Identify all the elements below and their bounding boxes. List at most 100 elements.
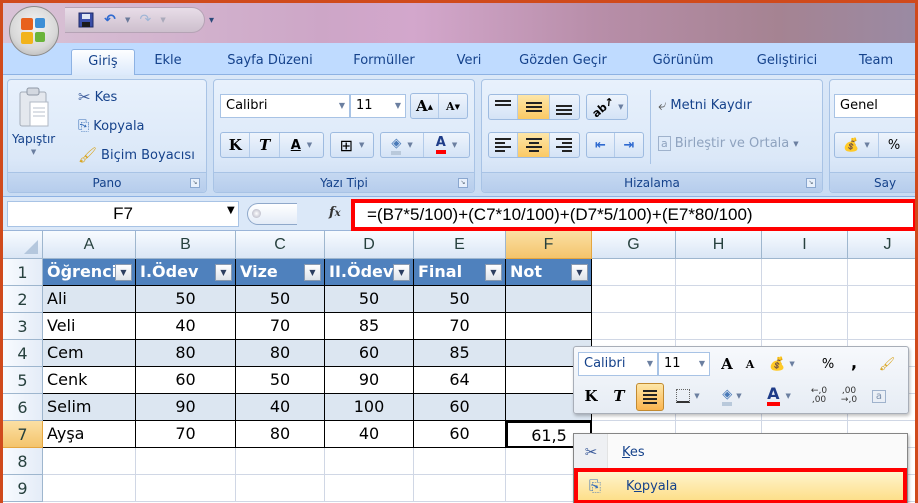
- cell[interactable]: [762, 286, 848, 313]
- merge-center-button[interactable]: a Birleştir ve Ortala ▼: [658, 136, 799, 151]
- cell[interactable]: [325, 475, 414, 502]
- column-header-a[interactable]: A: [43, 231, 136, 259]
- table-cell[interactable]: 40: [236, 394, 325, 421]
- filter-dropdown-icon[interactable]: ▼: [304, 264, 321, 281]
- underline-button[interactable]: A ▼: [280, 133, 323, 157]
- cell[interactable]: [414, 448, 506, 475]
- table-cell[interactable]: Cem: [43, 340, 136, 367]
- formula-input[interactable]: =(B7*5/100)+(C7*10/100)+(D7*5/100)+(E7*8…: [351, 199, 915, 231]
- cell[interactable]: [848, 313, 915, 340]
- column-header-i[interactable]: I: [762, 231, 848, 259]
- mini-accounting-button[interactable]: 💰 ▼: [764, 353, 800, 375]
- cell[interactable]: [236, 448, 325, 475]
- table-cell[interactable]: 60: [136, 367, 236, 394]
- tab-sayfa-duzeni[interactable]: Sayfa Düzeni: [215, 49, 325, 75]
- mini-merge-button[interactable]: a: [868, 385, 890, 407]
- align-left-button[interactable]: [489, 133, 519, 157]
- table-cell[interactable]: 90: [325, 367, 414, 394]
- mini-font-size-select[interactable]: 11 ▼: [658, 352, 710, 376]
- paste-button[interactable]: Yapıştır ▼: [12, 86, 55, 156]
- office-button[interactable]: [9, 6, 59, 56]
- cell[interactable]: [43, 475, 136, 502]
- table-cell[interactable]: 90: [136, 394, 236, 421]
- tab-ekle[interactable]: Ekle: [143, 49, 193, 75]
- bold-button[interactable]: K: [221, 133, 251, 157]
- cell[interactable]: [136, 448, 236, 475]
- column-header-j[interactable]: J: [848, 231, 915, 259]
- table-header-cell[interactable]: Not ▼: [506, 259, 592, 286]
- mini-comma-button[interactable]: ,: [846, 351, 862, 373]
- tab-gelistirici[interactable]: Geliştirici: [747, 49, 827, 75]
- row-header-1[interactable]: 1: [3, 259, 43, 286]
- row-header-4[interactable]: 4: [3, 340, 43, 367]
- table-cell[interactable]: 50: [414, 286, 506, 313]
- save-icon[interactable]: [77, 11, 95, 29]
- insert-function-icon[interactable]: fx: [329, 205, 341, 220]
- tab-giris[interactable]: Giriş: [71, 49, 135, 76]
- cell[interactable]: [592, 259, 676, 286]
- cell[interactable]: [762, 259, 848, 286]
- format-painter-button[interactable]: 🖌 Biçim Boyacısı: [78, 146, 195, 164]
- table-header-cell[interactable]: Final ▼: [414, 259, 506, 286]
- mini-font-color-button[interactable]: A ▼: [758, 383, 800, 409]
- table-cell[interactable]: 50: [136, 286, 236, 313]
- mini-decrease-decimal-button[interactable]: ,00 →,0: [836, 383, 862, 409]
- context-menu-item-kes[interactable]: ✂ Kes: [574, 437, 907, 467]
- table-cell[interactable]: Cenk: [43, 367, 136, 394]
- row-header-3[interactable]: 3: [3, 313, 43, 340]
- cell[interactable]: [676, 313, 762, 340]
- table-cell[interactable]: 85: [414, 340, 506, 367]
- filter-dropdown-icon[interactable]: ▼: [571, 264, 588, 281]
- table-cell[interactable]: 70: [414, 313, 506, 340]
- name-box[interactable]: F7: [7, 201, 239, 227]
- table-header-cell[interactable]: Vize ▼: [236, 259, 325, 286]
- column-header-c[interactable]: C: [236, 231, 325, 259]
- mini-percent-button[interactable]: %: [818, 353, 838, 375]
- wrap-text-button[interactable]: ⤶ Metni Kaydır: [658, 96, 752, 114]
- copy-button[interactable]: ⎘ Kopyala: [78, 118, 145, 134]
- table-cell[interactable]: 60: [414, 421, 506, 448]
- column-header-b[interactable]: B: [136, 231, 236, 259]
- table-cell[interactable]: Veli: [43, 313, 136, 340]
- table-cell[interactable]: 50: [236, 286, 325, 313]
- cell[interactable]: [848, 259, 915, 286]
- table-cell[interactable]: 40: [136, 313, 236, 340]
- shrink-font-button[interactable]: A ▼: [439, 94, 467, 118]
- formula-bar-resize-handle[interactable]: [247, 203, 297, 225]
- mini-shrink-font-button[interactable]: A: [740, 353, 760, 375]
- table-cell[interactable]: Ayşa: [43, 421, 136, 448]
- table-cell[interactable]: 70: [236, 313, 325, 340]
- table-cell[interactable]: 60: [325, 340, 414, 367]
- table-cell[interactable]: [506, 286, 592, 313]
- tab-gozden-gecir[interactable]: Gözden Geçir: [511, 49, 615, 75]
- paste-dropdown-icon[interactable]: ▼: [31, 148, 36, 156]
- borders-button[interactable]: ⊞ ▼: [330, 132, 374, 158]
- pano-launcher-icon[interactable]: ↘: [190, 178, 200, 188]
- filter-dropdown-icon[interactable]: ▼: [485, 264, 502, 281]
- mini-font-name-select[interactable]: Calibri ▼: [578, 352, 658, 376]
- table-cell[interactable]: 100: [325, 394, 414, 421]
- redo-dropdown-icon[interactable]: ▼: [160, 16, 165, 24]
- column-header-d[interactable]: D: [325, 231, 414, 259]
- tab-formuller[interactable]: Formüller: [341, 49, 427, 75]
- column-header-f[interactable]: F: [506, 231, 592, 259]
- table-cell[interactable]: 60: [414, 394, 506, 421]
- cell[interactable]: [762, 313, 848, 340]
- table-header-cell[interactable]: II.Ödev ▼: [325, 259, 414, 286]
- cell[interactable]: [592, 313, 676, 340]
- align-middle-button[interactable]: [518, 95, 550, 119]
- orientation-button[interactable]: ab↗ ▼: [586, 94, 628, 120]
- table-cell[interactable]: 85: [325, 313, 414, 340]
- row-header-2[interactable]: 2: [3, 286, 43, 313]
- mini-center-button[interactable]: [636, 383, 664, 411]
- cut-button[interactable]: ✂ Kes: [78, 88, 117, 106]
- italic-button[interactable]: T: [250, 133, 280, 157]
- percent-button[interactable]: %: [879, 133, 909, 157]
- table-cell[interactable]: 50: [236, 367, 325, 394]
- table-cell[interactable]: 80: [136, 340, 236, 367]
- redo-icon[interactable]: ↷: [136, 11, 154, 29]
- filter-dropdown-icon[interactable]: ▼: [115, 264, 132, 281]
- cell[interactable]: [43, 448, 136, 475]
- row-header-7[interactable]: 7: [3, 421, 43, 448]
- mini-fill-color-button[interactable]: ◈ ▼: [712, 383, 752, 409]
